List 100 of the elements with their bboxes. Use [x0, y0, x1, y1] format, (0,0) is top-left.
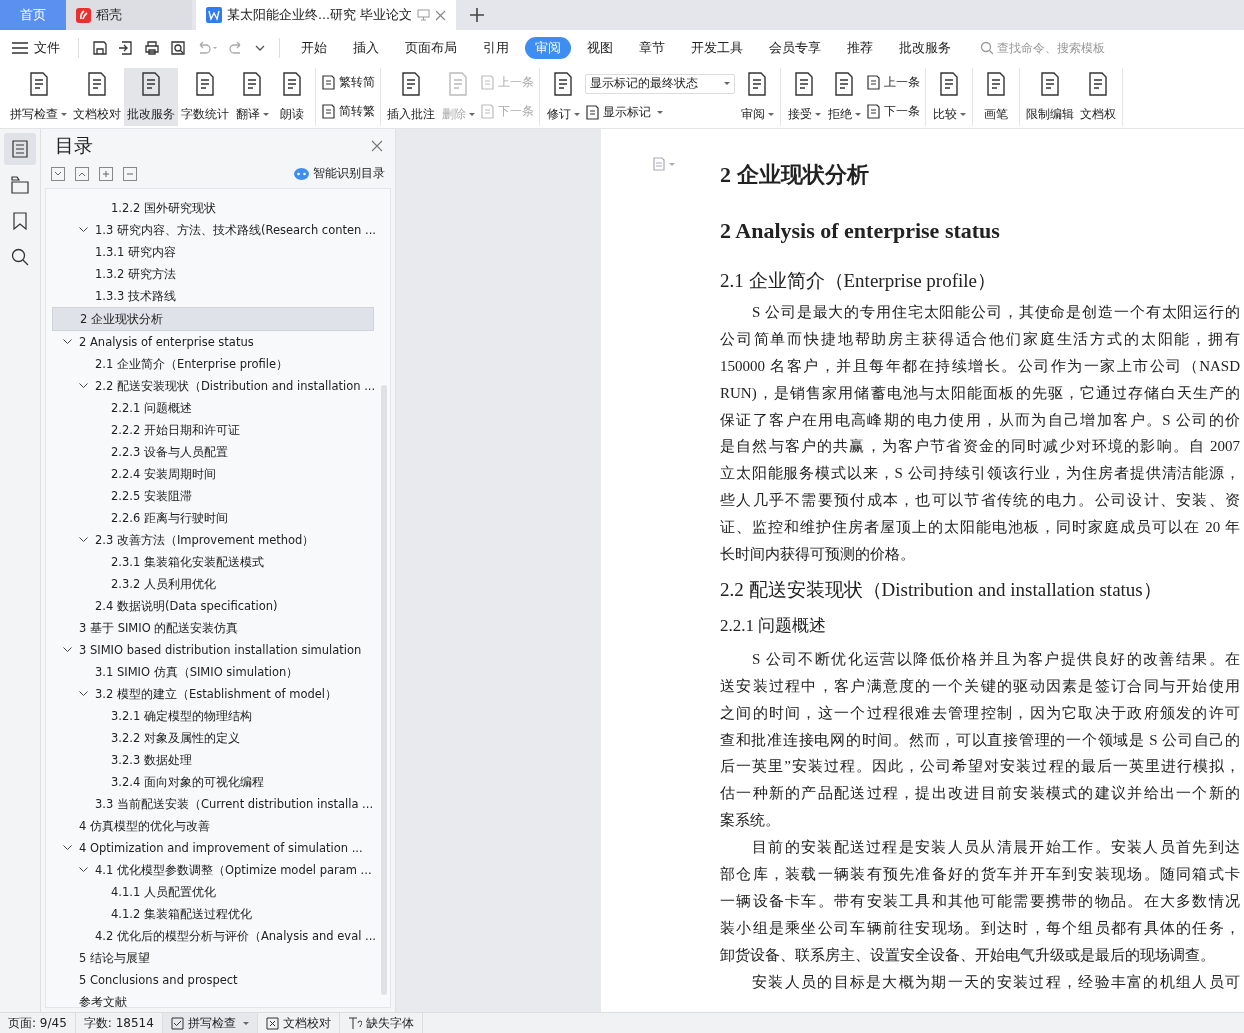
toc-item[interactable]: 2 企业现状分析 — [52, 307, 374, 331]
paragraph-line: 些人几乎不需要预付成本，也可以节省传统的电力。公司设计、安装、资 — [720, 491, 1240, 511]
ribbon-button[interactable]: 翻译 — [232, 68, 272, 126]
ribbon-button[interactable]: 文档权 — [1077, 68, 1119, 126]
ribbon-small-button[interactable]: 上一条 — [866, 75, 920, 90]
screen-icon[interactable] — [416, 9, 430, 21]
ribbon-tab[interactable]: 开发工具 — [681, 37, 753, 59]
toc-item[interactable]: 1.3.1 研究内容 — [52, 241, 374, 263]
expand-plus-icon[interactable] — [99, 166, 113, 181]
toc-item[interactable]: 5 Conclusions and prospect — [52, 969, 374, 991]
command-search-field[interactable]: 查找命令、搜索模板 — [980, 41, 1127, 55]
print-icon[interactable] — [144, 40, 160, 56]
toc-item[interactable]: 2.2.5 安装阻滞 — [52, 485, 374, 507]
toc-item[interactable]: 2.2.1 问题概述 — [52, 397, 374, 419]
small-document-icon — [321, 104, 336, 119]
ribbon-button[interactable]: 接受 — [784, 68, 824, 126]
close-icon[interactable] — [434, 9, 446, 21]
close-icon[interactable] — [371, 140, 383, 152]
ribbon-button[interactable]: 拒绝 — [824, 68, 864, 126]
ribbon-button[interactable]: 批改服务 — [124, 68, 178, 126]
ribbon-small-button[interactable]: 下一条 — [866, 104, 920, 119]
smart-toc-button[interactable]: 智能识别目录 — [294, 165, 385, 182]
paragraph-line: 证、监控和维护住房者屋顶上的太阳能电池板，同时家庭成员可以在 20 年 — [720, 518, 1240, 538]
toc-item[interactable]: 1.2.2 国外研究现状 — [52, 197, 374, 219]
heading: 2.1 企业简介（Enterprise profile） — [720, 269, 997, 293]
spell-check-button[interactable]: 拼写检查 — [162, 1013, 258, 1033]
toc-item[interactable]: 2.2.6 距离与行驶时间 — [52, 507, 374, 529]
toc-item[interactable]: 1.3.3 技术路线 — [52, 285, 374, 307]
ribbon-small-button[interactable]: 简转繁 — [321, 104, 375, 119]
ribbon-tab[interactable]: 引用 — [473, 37, 519, 59]
ribbon-tab[interactable]: 插入 — [343, 37, 389, 59]
missing-font-button[interactable]: 缺失字体 — [339, 1013, 423, 1033]
ribbon-button[interactable]: 比较 — [929, 68, 969, 126]
ribbon-small-button[interactable]: 繁转简 — [321, 75, 375, 90]
toc-item[interactable]: 4.1 优化模型参数调整（Optimize model param ... — [52, 859, 374, 881]
ribbon-tab[interactable]: 批改服务 — [889, 37, 961, 59]
toc-item[interactable]: 1.3 研究内容、方法、技术路线(Research conten ... — [52, 219, 374, 241]
ribbon-tab[interactable]: 开始 — [291, 37, 337, 59]
chevron-icon — [63, 845, 72, 851]
toc-item[interactable]: 2.2.2 开始日期和许可证 — [52, 419, 374, 441]
outline-panel-button[interactable] — [4, 133, 36, 165]
toc-item[interactable]: 2.3 改善方法（Improvement method） — [52, 529, 374, 551]
ribbon-button[interactable]: 拼写检查 — [7, 68, 70, 126]
toc-item[interactable]: 2.2.3 设备与人员配置 — [52, 441, 374, 463]
toc-item[interactable]: 参考文献 — [52, 991, 374, 1007]
ribbon-button[interactable]: 限制编辑 — [1023, 68, 1077, 126]
toc-item[interactable]: 3.2.1 确定模型的物理结构 — [52, 705, 374, 727]
collapse-down-icon[interactable] — [51, 166, 65, 181]
ribbon-small-button[interactable]: 显示标记 — [585, 105, 735, 121]
toc-item[interactable]: 2.2 配送安装现状（Distribution and installation ... — [52, 375, 374, 397]
toc-item[interactable]: 2.3.1 集装箱化安装配送模式 — [52, 551, 374, 573]
ribbon-tab[interactable]: 视图 — [577, 37, 623, 59]
toc-item[interactable]: 3.2.4 面向对象的可视化编程 — [52, 771, 374, 793]
toc-item[interactable]: 3 SIMIO based distribution installation simulation — [52, 639, 374, 661]
ribbon-button[interactable]: 审阅 — [737, 68, 777, 126]
ribbon-button[interactable]: 修订 — [543, 68, 583, 126]
toc-item[interactable]: 5 结论与展望 — [52, 947, 374, 969]
scrollbar[interactable] — [381, 385, 387, 995]
toc-item[interactable]: 3.2 模型的建立（Establishment of model） — [52, 683, 374, 705]
markup-dropdown[interactable]: 显示标记的最终状态 — [585, 73, 735, 94]
toc-item[interactable]: 4 Optimization and improvement of simulation ... — [52, 837, 374, 859]
ribbon-tab[interactable]: 章节 — [629, 37, 675, 59]
toc-item[interactable]: 2.3.2 人员利用优化 — [52, 573, 374, 595]
toc-item[interactable]: 2.2.4 安装周期时间 — [52, 463, 374, 485]
toc-item[interactable]: 3 基于 SIMIO 的配送安装仿真 — [52, 617, 374, 639]
proofread-button[interactable]: 文档校对 — [257, 1013, 340, 1033]
export-icon[interactable] — [118, 40, 134, 56]
print-preview-icon[interactable] — [170, 40, 186, 56]
toc-item[interactable]: 4.2 优化后的模型分析与评价（Analysis and eval ... — [52, 925, 374, 947]
ribbon-button[interactable]: 字数统计 — [178, 68, 232, 126]
caret-icon — [814, 113, 821, 116]
toc-item[interactable]: 4 仿真模型的优化与改善 — [52, 815, 374, 837]
toc-item[interactable]: 2 Analysis of enterprise status — [52, 331, 374, 353]
file-menu-button[interactable]: 文件 — [12, 39, 70, 57]
ribbon-button[interactable]: 画笔 — [976, 68, 1016, 126]
heading: 2.2.1 问题概述 — [720, 615, 828, 638]
app-tab[interactable]: 某太阳能企业终...研究 毕业论文 — [196, 0, 456, 30]
toc-item[interactable]: 3.1 SIMIO 仿真（SIMIO simulation） — [52, 661, 374, 683]
toc-item[interactable]: 2.4 数据说明(Data specification) — [52, 595, 374, 617]
toc-item[interactable]: 4.1.2 集装箱配送过程优化 — [52, 903, 374, 925]
ribbon-tab[interactable]: 会员专享 — [759, 37, 831, 59]
toc-item[interactable]: 4.1.1 人员配置优化 — [52, 881, 374, 903]
new-tab-icon[interactable] — [469, 8, 484, 22]
collapse-minus-icon[interactable] — [123, 166, 137, 181]
app-tab[interactable]: 稻壳 — [66, 0, 192, 30]
ribbon-button[interactable]: 朗读 — [272, 68, 312, 126]
toc-item[interactable]: 3.2.2 对象及属性的定义 — [52, 727, 374, 749]
collapse-up-icon[interactable] — [75, 166, 89, 181]
ribbon-button[interactable]: 插入批注 — [384, 68, 438, 126]
chevron-icon — [63, 647, 72, 653]
ribbon-tab[interactable]: 页面布局 — [395, 37, 467, 59]
toc-item[interactable]: 3.3 当前配送安装（Current distribution installa ... — [52, 793, 374, 815]
toc-item[interactable]: 3.2.3 数据处理 — [52, 749, 374, 771]
document-icon[interactable] — [653, 157, 675, 171]
ribbon-button[interactable]: 文档校对 — [70, 68, 124, 126]
save-icon[interactable] — [92, 40, 108, 56]
toc-item[interactable]: 1.3.2 研究方法 — [52, 263, 374, 285]
ribbon-tab[interactable]: 推荐 — [837, 37, 883, 59]
list-icon — [12, 140, 28, 158]
toc-item[interactable]: 2.1 企业简介（Enterprise profile） — [52, 353, 374, 375]
